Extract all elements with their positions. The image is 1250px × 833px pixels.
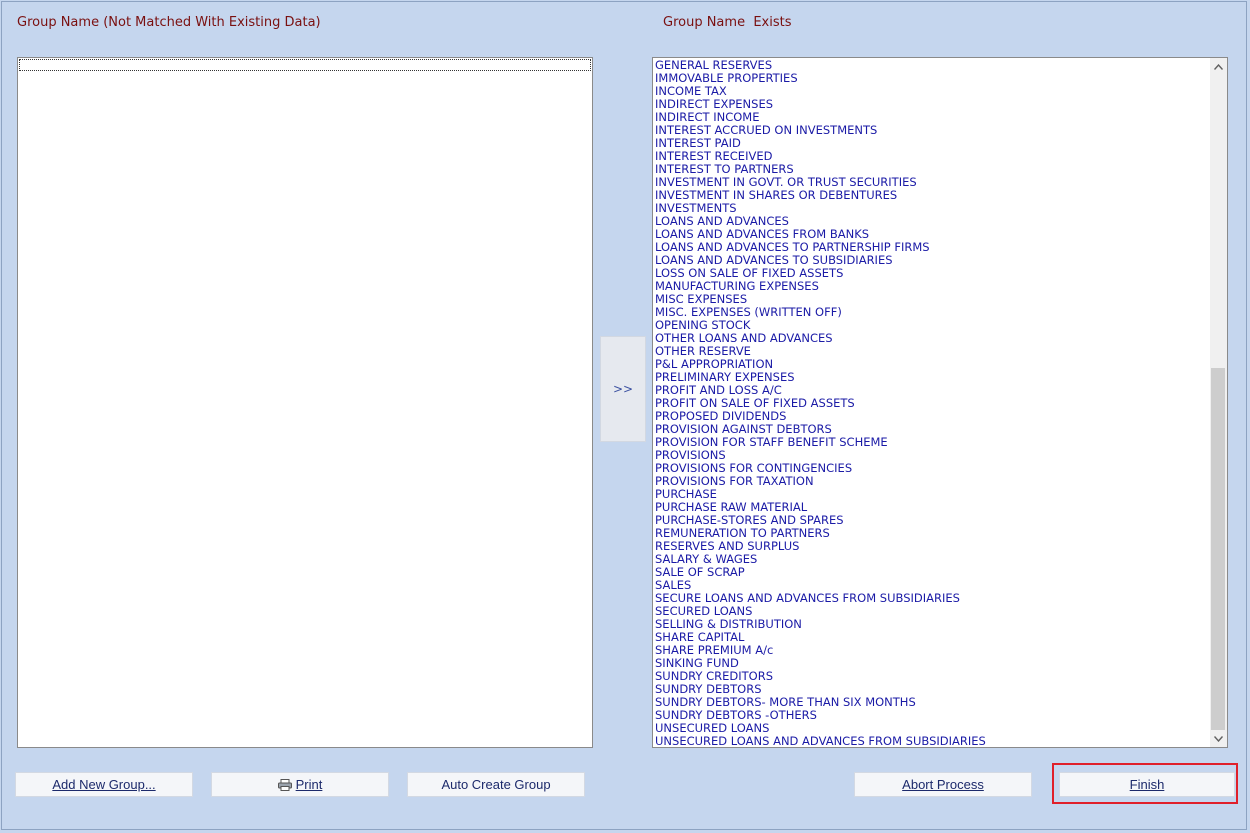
list-item[interactable]: LOANS AND ADVANCES FROM BANKS — [655, 227, 1209, 241]
list-item[interactable]: LOANS AND ADVANCES — [655, 214, 1209, 228]
list-item[interactable]: PROFIT ON SALE OF FIXED ASSETS — [655, 396, 1209, 410]
list-item[interactable]: SUNDRY DEBTORS- MORE THAN SIX MONTHS — [655, 695, 1209, 709]
list-item[interactable]: IMMOVABLE PROPERTIES — [655, 71, 1209, 85]
printer-icon — [277, 778, 292, 791]
window-frame: Group Name (Not Matched With Existing Da… — [1, 1, 1247, 830]
unmatched-groups-list[interactable] — [17, 57, 593, 748]
chevron-up-icon[interactable] — [1210, 58, 1227, 75]
move-right-button[interactable]: >> — [600, 336, 646, 442]
list-item[interactable]: PURCHASE — [655, 487, 1209, 501]
list-item[interactable]: RESERVES AND SURPLUS — [655, 539, 1209, 553]
list-item[interactable]: PROVISIONS — [655, 448, 1209, 462]
list-item[interactable]: P&L APPROPRIATION — [655, 357, 1209, 371]
auto-create-group-button[interactable]: Auto Create Group — [407, 772, 585, 797]
existing-groups-list[interactable]: GENERAL RESERVES IMMOVABLE PROPERTIES INCO… — [652, 57, 1228, 748]
chevron-down-icon[interactable] — [1210, 730, 1227, 747]
list-item[interactable]: REMUNERATION TO PARTNERS — [655, 526, 1209, 540]
list-item[interactable]: INDIRECT EXPENSES — [655, 97, 1209, 111]
list-item[interactable]: OTHER LOANS AND ADVANCES — [655, 331, 1209, 345]
list-item[interactable]: PROVISION AGAINST DEBTORS — [655, 422, 1209, 436]
add-new-group-button[interactable]: Add New Group... — [15, 772, 193, 797]
abort-process-label: Abort Process — [902, 777, 984, 792]
list-item[interactable]: SUNDRY CREDITORS — [655, 669, 1209, 683]
list-item[interactable]: SUNDRY DEBTORS -OTHERS — [655, 708, 1209, 722]
list-item[interactable]: SECURED LOANS — [655, 604, 1209, 618]
existing-groups-heading: Group Name Exists — [663, 15, 792, 30]
list-item[interactable]: INCOME TAX — [655, 84, 1209, 98]
list-item[interactable]: PURCHASE-STORES AND SPARES — [655, 513, 1209, 527]
scrollbar-thumb[interactable] — [1211, 368, 1225, 730]
list-item[interactable]: OTHER RESERVE — [655, 344, 1209, 358]
finish-button[interactable]: Finish — [1059, 772, 1235, 797]
list-item[interactable]: MANUFACTURING EXPENSES — [655, 279, 1209, 293]
list-item[interactable]: SALARY & WAGES — [655, 552, 1209, 566]
list-item[interactable]: SHARE CAPITAL — [655, 630, 1209, 644]
list-item[interactable]: PURCHASE RAW MATERIAL — [655, 500, 1209, 514]
list-item[interactable]: UNSECURED LOANS AND ADVANCES FROM SUBSID… — [655, 734, 1209, 747]
list-item[interactable]: INTEREST ACCRUED ON INVESTMENTS — [655, 123, 1209, 137]
print-label: Print — [295, 777, 323, 792]
list-item[interactable]: INTEREST RECEIVED — [655, 149, 1209, 163]
list-item[interactable]: INVESTMENTS — [655, 201, 1209, 215]
list-item[interactable]: SALES — [655, 578, 1209, 592]
list-item[interactable]: PROFIT AND LOSS A/C — [655, 383, 1209, 397]
list-item[interactable]: INVESTMENT IN SHARES OR DEBENTURES — [655, 188, 1209, 202]
list-item[interactable]: INVESTMENT IN GOVT. OR TRUST SECURITIES — [655, 175, 1209, 189]
list-item[interactable]: INTEREST TO PARTNERS — [655, 162, 1209, 176]
list-item[interactable]: PROVISIONS FOR CONTINGENCIES — [655, 461, 1209, 475]
list-item[interactable]: SECURE LOANS AND ADVANCES FROM SUBSIDIAR… — [655, 591, 1209, 605]
list-item[interactable]: SELLING & DISTRIBUTION — [655, 617, 1209, 631]
list-item[interactable]: LOANS AND ADVANCES TO PARTNERSHIP FIRMS — [655, 240, 1209, 254]
vertical-scrollbar[interactable] — [1210, 58, 1227, 747]
list-item[interactable]: PROVISIONS FOR TAXATION — [655, 474, 1209, 488]
existing-groups-items: GENERAL RESERVES IMMOVABLE PROPERTIES INCO… — [655, 58, 1209, 747]
auto-create-group-label: Auto Create Group — [441, 777, 551, 792]
unmatched-groups-heading: Group Name (Not Matched With Existing Da… — [17, 15, 321, 30]
print-button[interactable]: Print — [211, 772, 389, 797]
list-item[interactable]: PROVISION FOR STAFF BENEFIT SCHEME — [655, 435, 1209, 449]
list-item[interactable]: SUNDRY DEBTORS — [655, 682, 1209, 696]
list-item[interactable]: GENERAL RESERVES — [655, 58, 1209, 72]
abort-process-button[interactable]: Abort Process — [854, 772, 1032, 797]
list-item[interactable]: UNSECURED LOANS — [655, 721, 1209, 735]
list-focus-row[interactable] — [19, 59, 591, 71]
list-item[interactable]: INTEREST PAID — [655, 136, 1209, 150]
list-item[interactable]: PRELIMINARY EXPENSES — [655, 370, 1209, 384]
list-item[interactable]: PROPOSED DIVIDENDS — [655, 409, 1209, 423]
list-item[interactable]: MISC. EXPENSES (WRITTEN OFF) — [655, 305, 1209, 319]
list-item[interactable]: LOSS ON SALE OF FIXED ASSETS — [655, 266, 1209, 280]
list-item[interactable]: OPENING STOCK — [655, 318, 1209, 332]
list-item[interactable]: SINKING FUND — [655, 656, 1209, 670]
finish-label: Finish — [1129, 777, 1165, 792]
list-item[interactable]: SALE OF SCRAP — [655, 565, 1209, 579]
list-item[interactable]: INDIRECT INCOME — [655, 110, 1209, 124]
list-item[interactable]: SHARE PREMIUM A/c — [655, 643, 1209, 657]
list-item[interactable]: LOANS AND ADVANCES TO SUBSIDIARIES — [655, 253, 1209, 267]
list-item[interactable]: MISC EXPENSES — [655, 292, 1209, 306]
add-new-group-label: Add New Group... — [52, 777, 156, 792]
